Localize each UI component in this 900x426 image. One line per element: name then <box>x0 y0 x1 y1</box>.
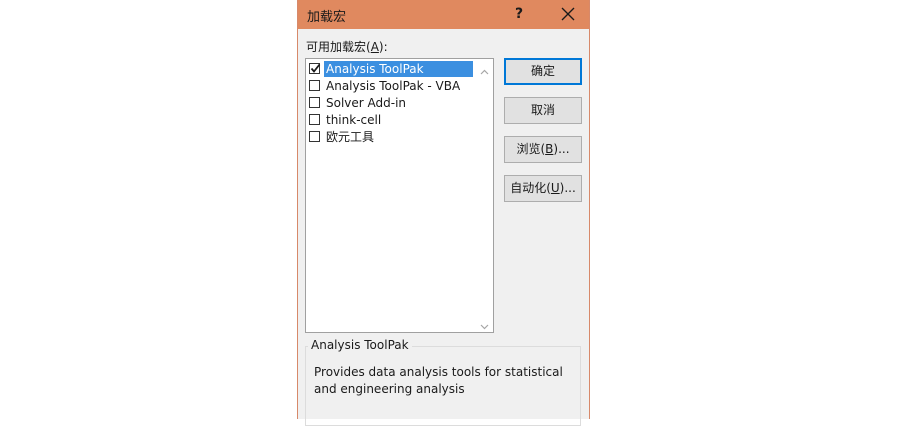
checkbox[interactable] <box>309 131 320 142</box>
list-item[interactable]: 欧元工具 <box>308 129 477 145</box>
list-item-label: Analysis ToolPak - VBA <box>326 79 461 93</box>
dialog-title: 加载宏 <box>307 10 347 25</box>
close-icon <box>561 7 575 21</box>
scroll-up-button[interactable] <box>479 63 490 75</box>
ok-button[interactable]: 确定 <box>504 58 582 85</box>
checkbox[interactable] <box>309 114 320 125</box>
list-item[interactable]: Solver Add-in <box>308 95 477 111</box>
chevron-down-icon <box>480 324 489 330</box>
add-ins-dialog: 加载宏 ? 可用加载宏(A): Analysis ToolPak Analysi… <box>297 0 590 426</box>
scroll-down-button[interactable] <box>479 317 490 330</box>
automation-button[interactable]: 自动化(U)... <box>504 175 582 202</box>
checkbox[interactable] <box>309 63 321 74</box>
cancel-button[interactable]: 取消 <box>504 97 582 124</box>
list-item-label: 欧元工具 <box>326 130 375 144</box>
checkbox[interactable] <box>309 80 320 91</box>
checkmark-icon <box>310 63 321 73</box>
list-item[interactable]: Analysis ToolPak - VBA <box>308 78 477 94</box>
browse-button[interactable]: 浏览(B)... <box>504 136 582 163</box>
vertical-scrollbar[interactable] <box>476 59 493 332</box>
list-item[interactable]: think-cell <box>308 112 477 128</box>
list-item-label: Solver Add-in <box>326 96 407 110</box>
addin-details-title: Analysis ToolPak <box>308 338 412 352</box>
addins-listbox[interactable]: Analysis ToolPak Analysis ToolPak - VBA … <box>305 58 494 333</box>
list-item[interactable]: Analysis ToolPak <box>308 61 477 77</box>
list-item-label: Analysis ToolPak <box>324 61 473 77</box>
checkbox[interactable] <box>309 97 320 108</box>
list-item-label: think-cell <box>326 113 382 127</box>
title-bar[interactable]: 加载宏 ? <box>298 0 589 29</box>
help-button[interactable]: ? <box>505 3 533 25</box>
addin-description: Provides data analysis tools for statist… <box>314 365 563 396</box>
chevron-up-icon <box>480 69 489 75</box>
close-button[interactable] <box>554 2 582 26</box>
available-addins-label: 可用加载宏(A): <box>306 40 388 54</box>
